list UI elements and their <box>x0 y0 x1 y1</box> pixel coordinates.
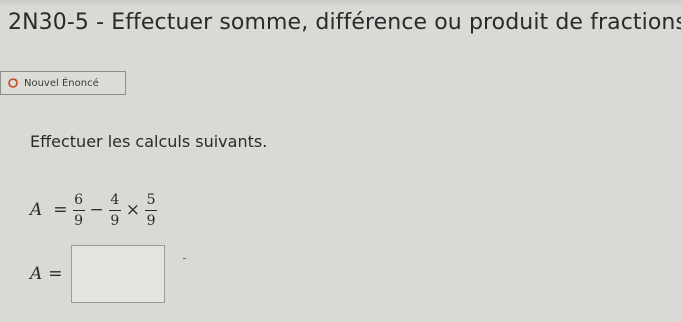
fraction-1-denominator: 9 <box>74 212 83 229</box>
fraction-2-numerator: 4 <box>110 191 120 208</box>
page-title: 2N30-5 - Effectuer somme, différence ou … <box>8 10 681 35</box>
decorative-mark <box>183 258 186 259</box>
fraction-2-denominator: 9 <box>110 212 120 229</box>
fraction-bar <box>145 209 158 211</box>
fraction-1-numerator: 6 <box>74 191 83 208</box>
fraction-bar <box>108 209 121 211</box>
answer-input[interactable] <box>70 245 165 303</box>
fraction-3: 5 9 <box>145 191 158 229</box>
fraction-1: 6 9 <box>72 191 85 229</box>
fraction-3-denominator: 9 <box>146 212 156 229</box>
fraction-bar <box>72 209 85 211</box>
answer-equals-sign: = <box>48 264 63 284</box>
refresh-icon <box>7 77 19 89</box>
fraction-2: 4 9 <box>108 191 121 229</box>
new-statement-label: Nouvel Énoncé <box>24 77 99 89</box>
minus-operator: − <box>89 200 104 220</box>
page-top-edge <box>0 0 681 6</box>
answer-row: A = <box>30 244 165 304</box>
exercise-instruction: Effectuer les calculs suivants. <box>30 132 268 151</box>
equals-sign: = <box>53 200 68 220</box>
expression-variable: A <box>30 200 43 220</box>
fraction-3-numerator: 5 <box>146 191 156 208</box>
math-expression: A = 6 9 − 4 9 × 5 9 <box>30 184 158 236</box>
answer-variable: A <box>30 264 43 284</box>
new-statement-button[interactable]: Nouvel Énoncé <box>0 71 126 95</box>
times-operator: × <box>125 200 141 220</box>
